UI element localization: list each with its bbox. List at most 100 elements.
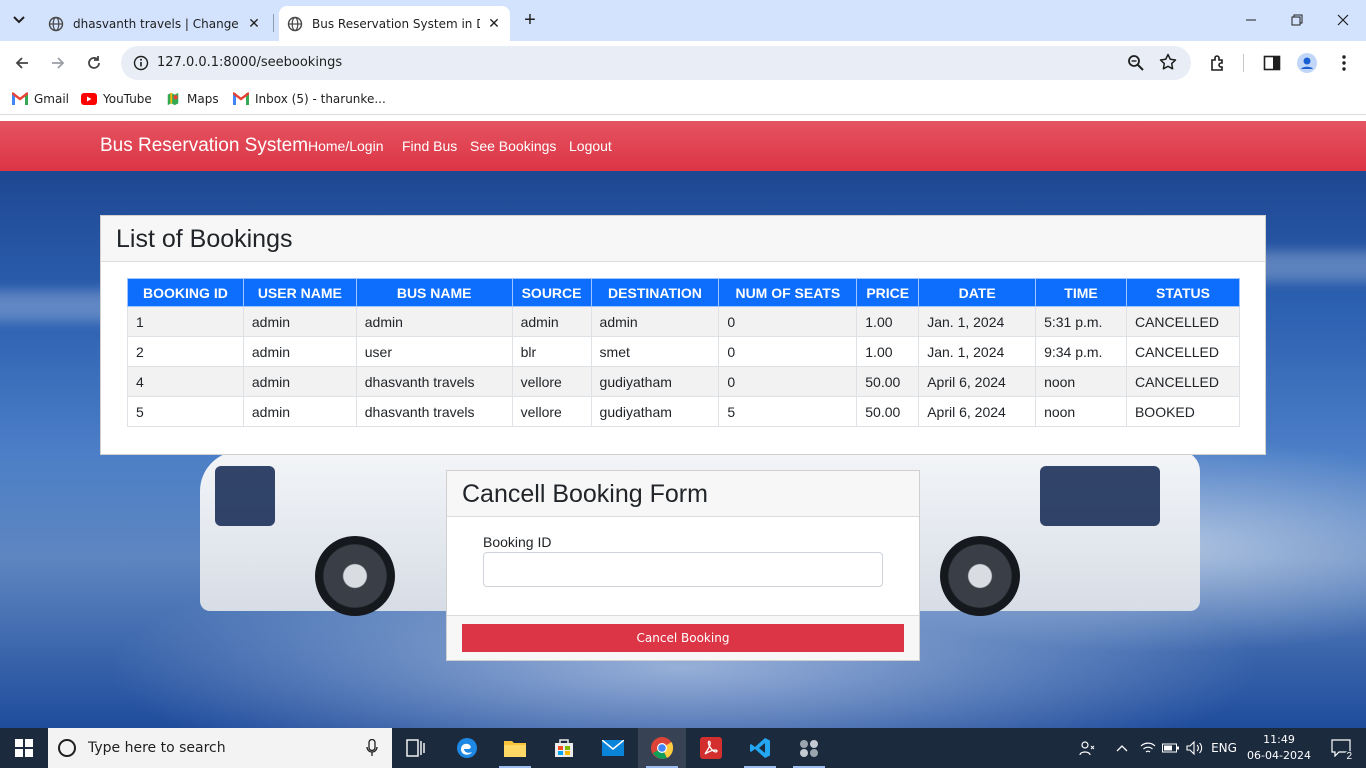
taskbar-app[interactable] — [785, 728, 833, 768]
tray-battery[interactable] — [1160, 728, 1182, 768]
restore-button[interactable] — [1274, 0, 1320, 40]
mail-icon — [602, 740, 624, 756]
taskbar-search-box[interactable]: Type here to search — [48, 728, 392, 768]
extensions-icon[interactable] — [1208, 53, 1228, 73]
profile-avatar-icon[interactable] — [1297, 53, 1317, 73]
table-cell: admin — [511, 306, 592, 337]
tray-overflow[interactable] — [1112, 728, 1132, 768]
globe-icon — [48, 16, 64, 31]
table-cell: user — [355, 336, 513, 367]
table-cell: gudiyatham — [590, 396, 720, 427]
table-cell: vellore — [511, 396, 592, 427]
nav-link-see-bookings[interactable]: See Bookings — [470, 138, 556, 154]
taskbar-store[interactable] — [540, 728, 588, 768]
new-tab-button[interactable]: + — [518, 8, 542, 32]
wifi-icon — [1140, 742, 1156, 753]
table-cell: Jan. 1, 2024 — [918, 336, 1037, 367]
minimize-button[interactable] — [1228, 0, 1274, 40]
notification-center-button[interactable]: 2 — [1316, 728, 1366, 768]
close-icon[interactable]: ✕ — [246, 15, 262, 32]
zoom-icon[interactable] — [1127, 54, 1145, 72]
column-header: TIME — [1035, 278, 1127, 307]
bookmark-label: Maps — [187, 92, 219, 106]
booking-id-label: Booking ID — [483, 534, 552, 550]
url-text[interactable]: 127.0.0.1:8000/seebookings — [157, 55, 342, 70]
cancel-form-header: Cancell Booking Form — [447, 471, 919, 517]
bookmark-label: Gmail — [34, 92, 70, 106]
microphone-icon[interactable] — [366, 739, 378, 757]
close-window-button[interactable] — [1320, 0, 1366, 40]
table-cell: vellore — [511, 366, 592, 397]
table-cell: April 6, 2024 — [918, 366, 1037, 397]
pdf-icon — [700, 737, 722, 759]
background-bus-wheel — [940, 536, 1020, 616]
table-cell: admin — [242, 366, 357, 397]
table-cell: blr — [511, 336, 592, 367]
tray-language[interactable]: ENG — [1208, 728, 1240, 768]
background-bus-wheel — [315, 536, 395, 616]
gmail-icon — [233, 92, 249, 105]
minimize-icon — [1246, 19, 1256, 21]
nav-link-logout[interactable]: Logout — [569, 138, 612, 154]
bookings-card-header: List of Bookings — [101, 216, 1265, 262]
browser-tab[interactable]: dhasvanth travels | Change bus ✕ — [40, 6, 270, 41]
table-row: 2 admin user blr smet 0 1.00 Jan. 1, 202… — [127, 336, 1241, 367]
chrome-icon — [651, 737, 674, 759]
table-cell: gudiyatham — [590, 366, 720, 397]
tray-volume[interactable] — [1184, 728, 1206, 768]
taskbar-clock[interactable]: 11:49 06-04-2024 — [1246, 732, 1312, 764]
browser-toolbar: 127.0.0.1:8000/seebookings — [0, 41, 1366, 85]
notification-count-badge: 2 — [1344, 751, 1354, 762]
store-icon — [555, 739, 573, 757]
page-viewport: Bus Reservation System Home/Login Find B… — [0, 121, 1366, 728]
edge-icon — [457, 738, 477, 758]
taskbar-mail[interactable] — [589, 728, 637, 768]
close-icon[interactable]: ✕ — [486, 15, 502, 32]
background-bus-window — [215, 466, 275, 526]
column-header: BOOKING ID — [127, 278, 244, 307]
column-header: DATE — [918, 278, 1037, 307]
booking-id-input[interactable] — [483, 552, 883, 587]
cancel-booking-button[interactable]: Cancel Booking — [462, 624, 904, 652]
tray-people[interactable] — [1074, 728, 1100, 768]
table-cell: 50.00 — [856, 396, 920, 427]
menu-kebab-icon[interactable] — [1334, 53, 1354, 73]
taskbar-edge[interactable] — [443, 728, 491, 768]
taskbar-vscode[interactable] — [736, 728, 784, 768]
taskbar-file-explorer[interactable] — [491, 728, 539, 768]
reload-button[interactable] — [80, 49, 108, 77]
tab-search-button[interactable] — [6, 8, 32, 32]
restore-icon — [1291, 14, 1303, 26]
bookings-card: List of Bookings BOOKING ID USER NAME BU… — [100, 215, 1266, 455]
back-button[interactable] — [8, 49, 36, 77]
background-bus-window — [1040, 466, 1160, 526]
taskbar-chrome[interactable] — [638, 728, 686, 768]
bookmark-gmail[interactable]: Gmail — [12, 92, 69, 106]
cancel-booking-card: Cancell Booking Form Booking ID Cancel B… — [446, 470, 920, 661]
arrow-right-icon — [52, 57, 65, 69]
taskbar-acrobat[interactable] — [687, 728, 735, 768]
nav-link-find-bus[interactable]: Find Bus — [402, 138, 457, 154]
table-row: 4 admin dhasvanth travels vellore gudiya… — [127, 366, 1241, 397]
side-panel-icon[interactable] — [1262, 53, 1282, 73]
table-cell: 50.00 — [856, 366, 920, 397]
tray-wifi[interactable] — [1138, 728, 1158, 768]
browser-tab-strip: dhasvanth travels | Change bus ✕ Bus Res… — [0, 0, 1366, 41]
address-bar[interactable]: 127.0.0.1:8000/seebookings — [121, 46, 1191, 80]
bookmarks-bar: Gmail YouTube Maps Inbox (5) - tharunke.… — [0, 85, 1366, 115]
bookmark-youtube[interactable]: YouTube — [81, 92, 152, 106]
navbar-brand[interactable]: Bus Reservation System — [100, 135, 308, 157]
maps-icon — [167, 92, 179, 106]
clock-date: 06-04-2024 — [1247, 749, 1311, 762]
task-view-button[interactable] — [392, 728, 440, 768]
nav-link-home-login[interactable]: Home/Login — [308, 138, 384, 154]
globe-icon — [287, 16, 303, 31]
browser-tab-active[interactable]: Bus Reservation System in Djan ✕ — [279, 6, 510, 41]
bookmark-star-icon[interactable] — [1159, 53, 1177, 71]
bookmark-maps[interactable]: Maps — [165, 92, 219, 106]
bookmark-inbox[interactable]: Inbox (5) - tharunke... — [233, 92, 386, 106]
info-icon[interactable] — [133, 55, 149, 71]
start-button[interactable] — [0, 728, 48, 768]
forward-button[interactable] — [44, 49, 72, 77]
table-row: 5 admin dhasvanth travels vellore gudiya… — [127, 396, 1241, 427]
